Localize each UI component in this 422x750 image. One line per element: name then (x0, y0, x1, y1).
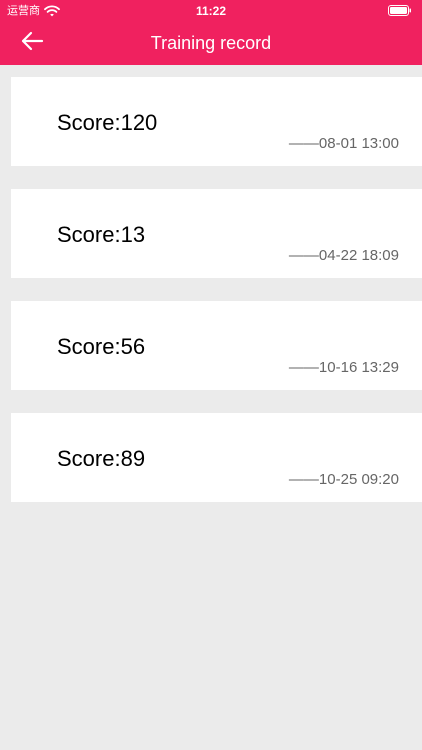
page-title: Training record (150, 33, 272, 53)
status-time: 11:22 (195, 4, 227, 18)
status-bar: 运营商 11:22 (0, 0, 422, 22)
record-time: ——08-01 13:00 (288, 135, 399, 152)
navigation-bar: Training record (0, 22, 422, 65)
record-score: Score:120 (57, 110, 158, 135)
battery-icon (388, 5, 412, 16)
record-card[interactable]: Score:56 ——10-16 13:29 (11, 301, 422, 390)
record-time: ——10-25 09:20 (288, 471, 399, 488)
training-record-list: Score:120 ——08-01 13:00 Score:13 ——04-22… (11, 77, 422, 525)
record-card[interactable]: Score:120 ——08-01 13:00 (11, 77, 422, 166)
record-card[interactable]: Score:13 ——04-22 18:09 (11, 189, 422, 278)
record-score: Score:13 (57, 222, 146, 247)
record-time: ——04-22 18:09 (288, 247, 399, 264)
record-score: Score:89 (57, 446, 146, 471)
record-time: ——10-16 13:29 (288, 359, 399, 376)
record-score: Score:56 (57, 334, 146, 359)
record-card[interactable]: Score:89 ——10-25 09:20 (11, 413, 422, 502)
app-header: 运营商 11:22 Training record (0, 0, 422, 65)
